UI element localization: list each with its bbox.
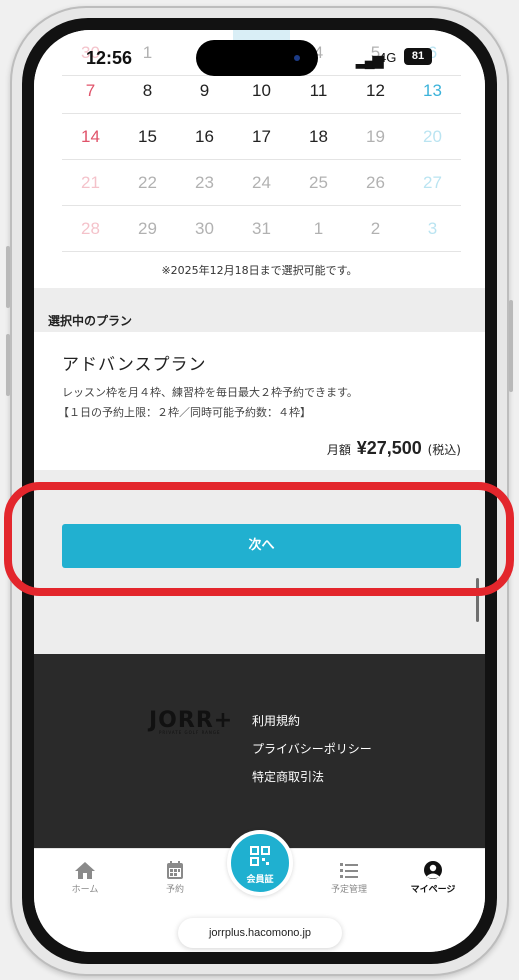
url-bar[interactable]: jorrplus.hacomono.jp — [178, 918, 342, 948]
calendar-note: ※2025年12月18日まで選択可能です。 — [161, 264, 358, 277]
qr-code-icon — [250, 846, 270, 866]
calendar-day: 30 — [195, 219, 214, 238]
plan-price: 月額 ¥27,500 (税込) — [327, 438, 461, 459]
privacy-link[interactable]: プライバシーポリシー — [252, 740, 372, 757]
member-card-label: 会員証 — [246, 875, 274, 885]
status-bar: 12:56 ▂▄▆ 4G 81 — [34, 30, 485, 86]
list-icon — [340, 863, 358, 878]
battery-icon: 81 — [404, 48, 432, 65]
tab-mypage[interactable]: マイページ — [398, 860, 468, 900]
tab-mypage-label: マイページ — [410, 885, 456, 895]
calendar-day[interactable]: 17 — [233, 114, 290, 160]
member-card-button[interactable]: 会員証 — [227, 830, 293, 896]
terms-link[interactable]: 利用規約 — [252, 712, 300, 729]
side-button — [509, 300, 513, 392]
plan-description: レッスン枠を月４枠、練習枠を毎日最大２枠予約できます。 — [62, 386, 358, 399]
user-icon — [424, 861, 442, 879]
plan-section-label: 選択中のプラン — [48, 314, 133, 328]
commerce-law-link[interactable]: 特定商取引法 — [252, 768, 324, 785]
jorr-logo[interactable]: JORR+ PRIVATE GOLF RANGE — [149, 708, 232, 738]
calendar-day[interactable]: 15 — [119, 114, 176, 160]
price-prefix: 月額 — [326, 443, 351, 457]
calendar-day: 23 — [195, 173, 214, 192]
logo-subtitle: PRIVATE GOLF RANGE — [159, 730, 221, 735]
calendar-day: 31 — [252, 219, 271, 238]
highlight-annotation — [4, 482, 514, 596]
network-label: 4G — [379, 50, 397, 65]
plan-name: アドバンスプラン — [62, 355, 207, 375]
calendar-day: 26 — [366, 173, 385, 192]
tab-schedule[interactable]: 予定管理 — [314, 860, 384, 900]
calendar-day: 3 — [427, 219, 438, 238]
calendar-day: 22 — [138, 173, 157, 192]
calendar-day: 29 — [138, 219, 157, 238]
side-button — [6, 334, 10, 396]
calendar-day: 27 — [423, 173, 442, 192]
calendar-icon — [167, 861, 183, 879]
home-icon — [75, 862, 95, 879]
tab-home[interactable]: ホーム — [50, 860, 120, 900]
tab-reserve[interactable]: 予約 — [140, 860, 210, 900]
price-suffix: (税込) — [427, 443, 461, 457]
calendar-day: 19 — [366, 127, 385, 146]
camera-dot — [294, 55, 300, 61]
status-time: 12:56 — [86, 48, 133, 68]
signal-icon: ▂▄▆ — [356, 52, 383, 68]
calendar-day[interactable]: 18 — [290, 114, 347, 160]
calendar-week-row: 28 29 30 31 1 2 3 — [62, 206, 461, 252]
dynamic-island — [196, 40, 318, 76]
side-button — [6, 246, 10, 308]
plan-limits: 【１日の予約上限：２枠／同時可能予約数：４枠】 — [58, 406, 311, 419]
calendar-day[interactable]: 16 — [176, 114, 233, 160]
calendar-day[interactable]: 14 — [62, 114, 119, 160]
price-amount: ¥27,500 — [356, 438, 422, 458]
calendar-day: 21 — [81, 173, 100, 192]
calendar-day: 24 — [252, 173, 271, 192]
calendar-week-row: 21 22 23 24 25 26 27 — [62, 160, 461, 206]
tab-schedule-label: 予定管理 — [330, 885, 367, 895]
calendar-day: 2 — [370, 219, 381, 238]
tab-home-label: ホーム — [71, 885, 99, 895]
tab-reserve-label: 予約 — [165, 885, 184, 895]
calendar-day: 20 — [423, 127, 442, 146]
calendar-day: 28 — [81, 219, 100, 238]
calendar-day: 25 — [309, 173, 328, 192]
calendar-week-row: 14 15 16 17 18 19 20 — [62, 114, 461, 160]
calendar-day: 1 — [313, 219, 324, 238]
